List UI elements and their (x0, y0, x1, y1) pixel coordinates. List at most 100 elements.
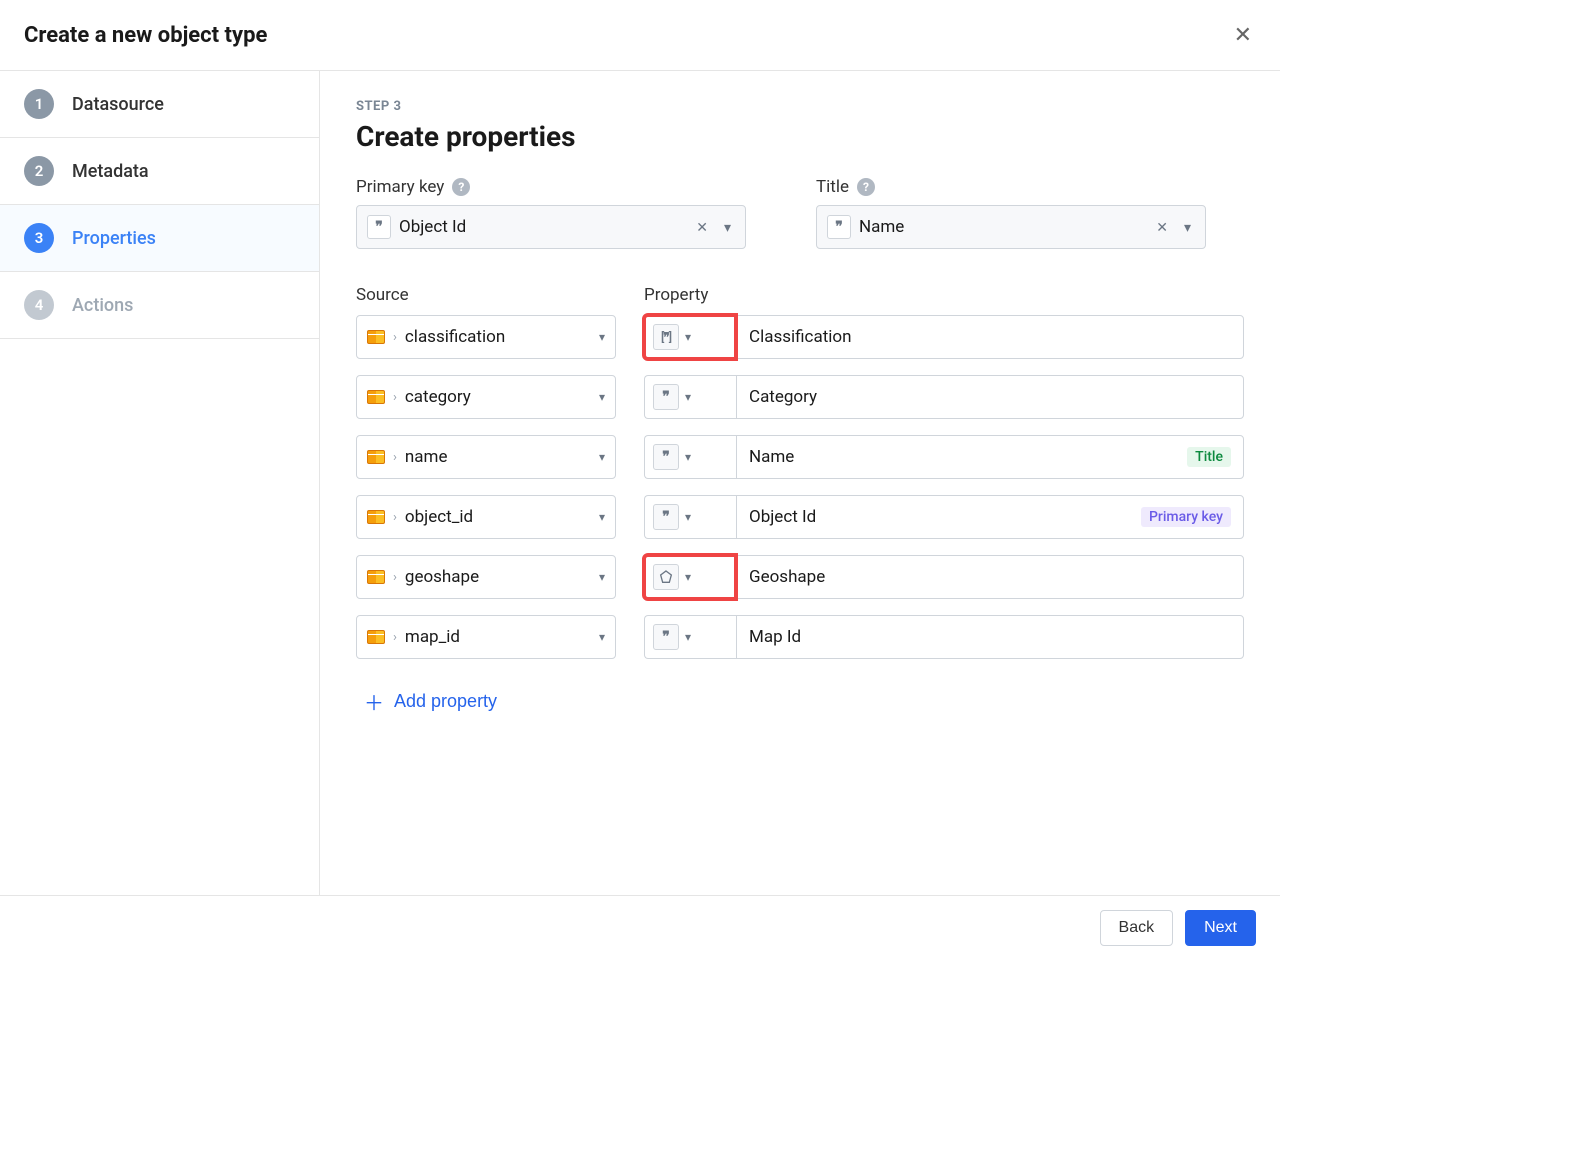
chevron-down-icon (599, 570, 605, 584)
chevron-right-icon: › (393, 570, 397, 585)
title-value: Name (859, 217, 1144, 237)
title-select[interactable]: ❞ Name (816, 205, 1206, 249)
chevron-down-icon (685, 570, 691, 584)
property-type-select[interactable]: ❞ (644, 375, 736, 419)
chevron-down-icon (599, 390, 605, 404)
primary-key-field: Primary key ? ❞ Object Id (356, 177, 746, 249)
dropdown-caret[interactable] (685, 390, 691, 404)
back-button[interactable]: Back (1100, 910, 1174, 946)
step-number: 2 (24, 156, 54, 186)
dropdown-caret[interactable] (599, 450, 605, 464)
source-select[interactable]: › category (356, 375, 616, 419)
property-name-input[interactable]: Category (736, 375, 1244, 419)
source-name: geoshape (405, 567, 591, 587)
property-name-input[interactable]: Map Id (736, 615, 1244, 659)
dropdown-caret[interactable] (685, 330, 691, 344)
property-name: Name (749, 447, 1179, 467)
chevron-right-icon: › (393, 510, 397, 525)
property-type-select[interactable] (644, 555, 736, 599)
source-select[interactable]: › classification (356, 315, 616, 359)
primary-key-select[interactable]: ❞ Object Id (356, 205, 746, 249)
primary-key-label: Primary key (356, 177, 444, 197)
dropdown-caret[interactable] (599, 630, 605, 644)
source-name: category (405, 387, 591, 407)
dropdown-caret[interactable] (599, 570, 605, 584)
property-row: › classification [❞] Classification (356, 315, 1244, 359)
help-icon[interactable]: ? (452, 178, 470, 196)
step-datasource[interactable]: 1 Datasource (0, 71, 319, 138)
property-row: › geoshape Geoshape (356, 555, 1244, 599)
dropdown-caret[interactable] (599, 510, 605, 524)
plus-icon: ＋ (364, 687, 384, 716)
dropdown-caret[interactable] (685, 450, 691, 464)
property-rows: › classification [❞] Classification (356, 315, 1244, 659)
property-row: › name ❞ Name Title (356, 435, 1244, 479)
dropdown-caret[interactable] (685, 630, 691, 644)
step-label: Properties (72, 228, 156, 249)
property-type-select[interactable]: ❞ (644, 495, 736, 539)
source-name: object_id (405, 507, 591, 527)
add-property-button[interactable]: ＋ Add property (356, 683, 1244, 720)
property-name: Map Id (749, 627, 1231, 647)
step-properties[interactable]: 3 Properties (0, 205, 319, 272)
property-name: Object Id (749, 507, 1133, 527)
title-badge: Title (1187, 447, 1231, 467)
table-icon (367, 510, 385, 524)
string-type-icon: ❞ (653, 624, 679, 650)
chevron-down-icon (685, 630, 691, 644)
x-icon (696, 219, 708, 235)
chevron-down-icon (685, 450, 691, 464)
dropdown-caret[interactable] (720, 217, 735, 238)
table-icon (367, 630, 385, 644)
property-row: › map_id ❞ Map Id (356, 615, 1244, 659)
chevron-right-icon: › (393, 630, 397, 645)
source-select[interactable]: › map_id (356, 615, 616, 659)
clear-button[interactable] (1152, 217, 1172, 238)
step-number: 4 (24, 290, 54, 320)
step-metadata[interactable]: 2 Metadata (0, 138, 319, 205)
key-title-fields: Primary key ? ❞ Object Id Title ? (356, 177, 1244, 249)
clear-button[interactable] (692, 217, 712, 238)
close-button[interactable] (1230, 18, 1256, 52)
chevron-down-icon (724, 219, 731, 235)
source-select[interactable]: › object_id (356, 495, 616, 539)
help-icon[interactable]: ? (857, 178, 875, 196)
dropdown-caret[interactable] (685, 510, 691, 524)
string-type-icon: ❞ (653, 384, 679, 410)
dropdown-caret[interactable] (685, 570, 691, 584)
property-name-input[interactable]: Classification (736, 315, 1244, 359)
step-indicator: STEP 3 (356, 99, 1244, 114)
property-type-select[interactable]: [❞] (644, 315, 736, 359)
wizard-steps: 1 Datasource 2 Metadata 3 Properties 4 A… (0, 71, 320, 895)
source-select[interactable]: › geoshape (356, 555, 616, 599)
title-label: Title (816, 177, 849, 197)
dropdown-caret[interactable] (1180, 217, 1195, 238)
dropdown-caret[interactable] (599, 330, 605, 344)
step-label: Actions (72, 295, 133, 316)
next-button[interactable]: Next (1185, 910, 1256, 946)
property-name-input[interactable]: Geoshape (736, 555, 1244, 599)
property-type-select[interactable]: ❞ (644, 615, 736, 659)
source-name: map_id (405, 627, 591, 647)
property-name-input[interactable]: Name Title (736, 435, 1244, 479)
table-icon (367, 330, 385, 344)
dropdown-caret[interactable] (599, 390, 605, 404)
chevron-right-icon: › (393, 390, 397, 405)
source-select[interactable]: › name (356, 435, 616, 479)
dialog-header: Create a new object type (0, 0, 1280, 71)
chevron-down-icon (599, 510, 605, 524)
table-icon (367, 450, 385, 464)
step-number: 1 (24, 89, 54, 119)
property-name: Geoshape (749, 567, 1231, 587)
property-row: › category ❞ Category (356, 375, 1244, 419)
dialog: Create a new object type 1 Datasource 2 … (0, 0, 1280, 960)
source-column-header: Source (356, 285, 616, 305)
string-type-icon: ❞ (653, 504, 679, 530)
property-type-select[interactable]: ❞ (644, 435, 736, 479)
page-heading: Create properties (356, 120, 1244, 153)
title-field: Title ? ❞ Name (816, 177, 1206, 249)
property-name-input[interactable]: Object Id Primary key (736, 495, 1244, 539)
property-name: Classification (749, 327, 1231, 347)
chevron-down-icon (599, 630, 605, 644)
step-actions: 4 Actions (0, 272, 319, 339)
